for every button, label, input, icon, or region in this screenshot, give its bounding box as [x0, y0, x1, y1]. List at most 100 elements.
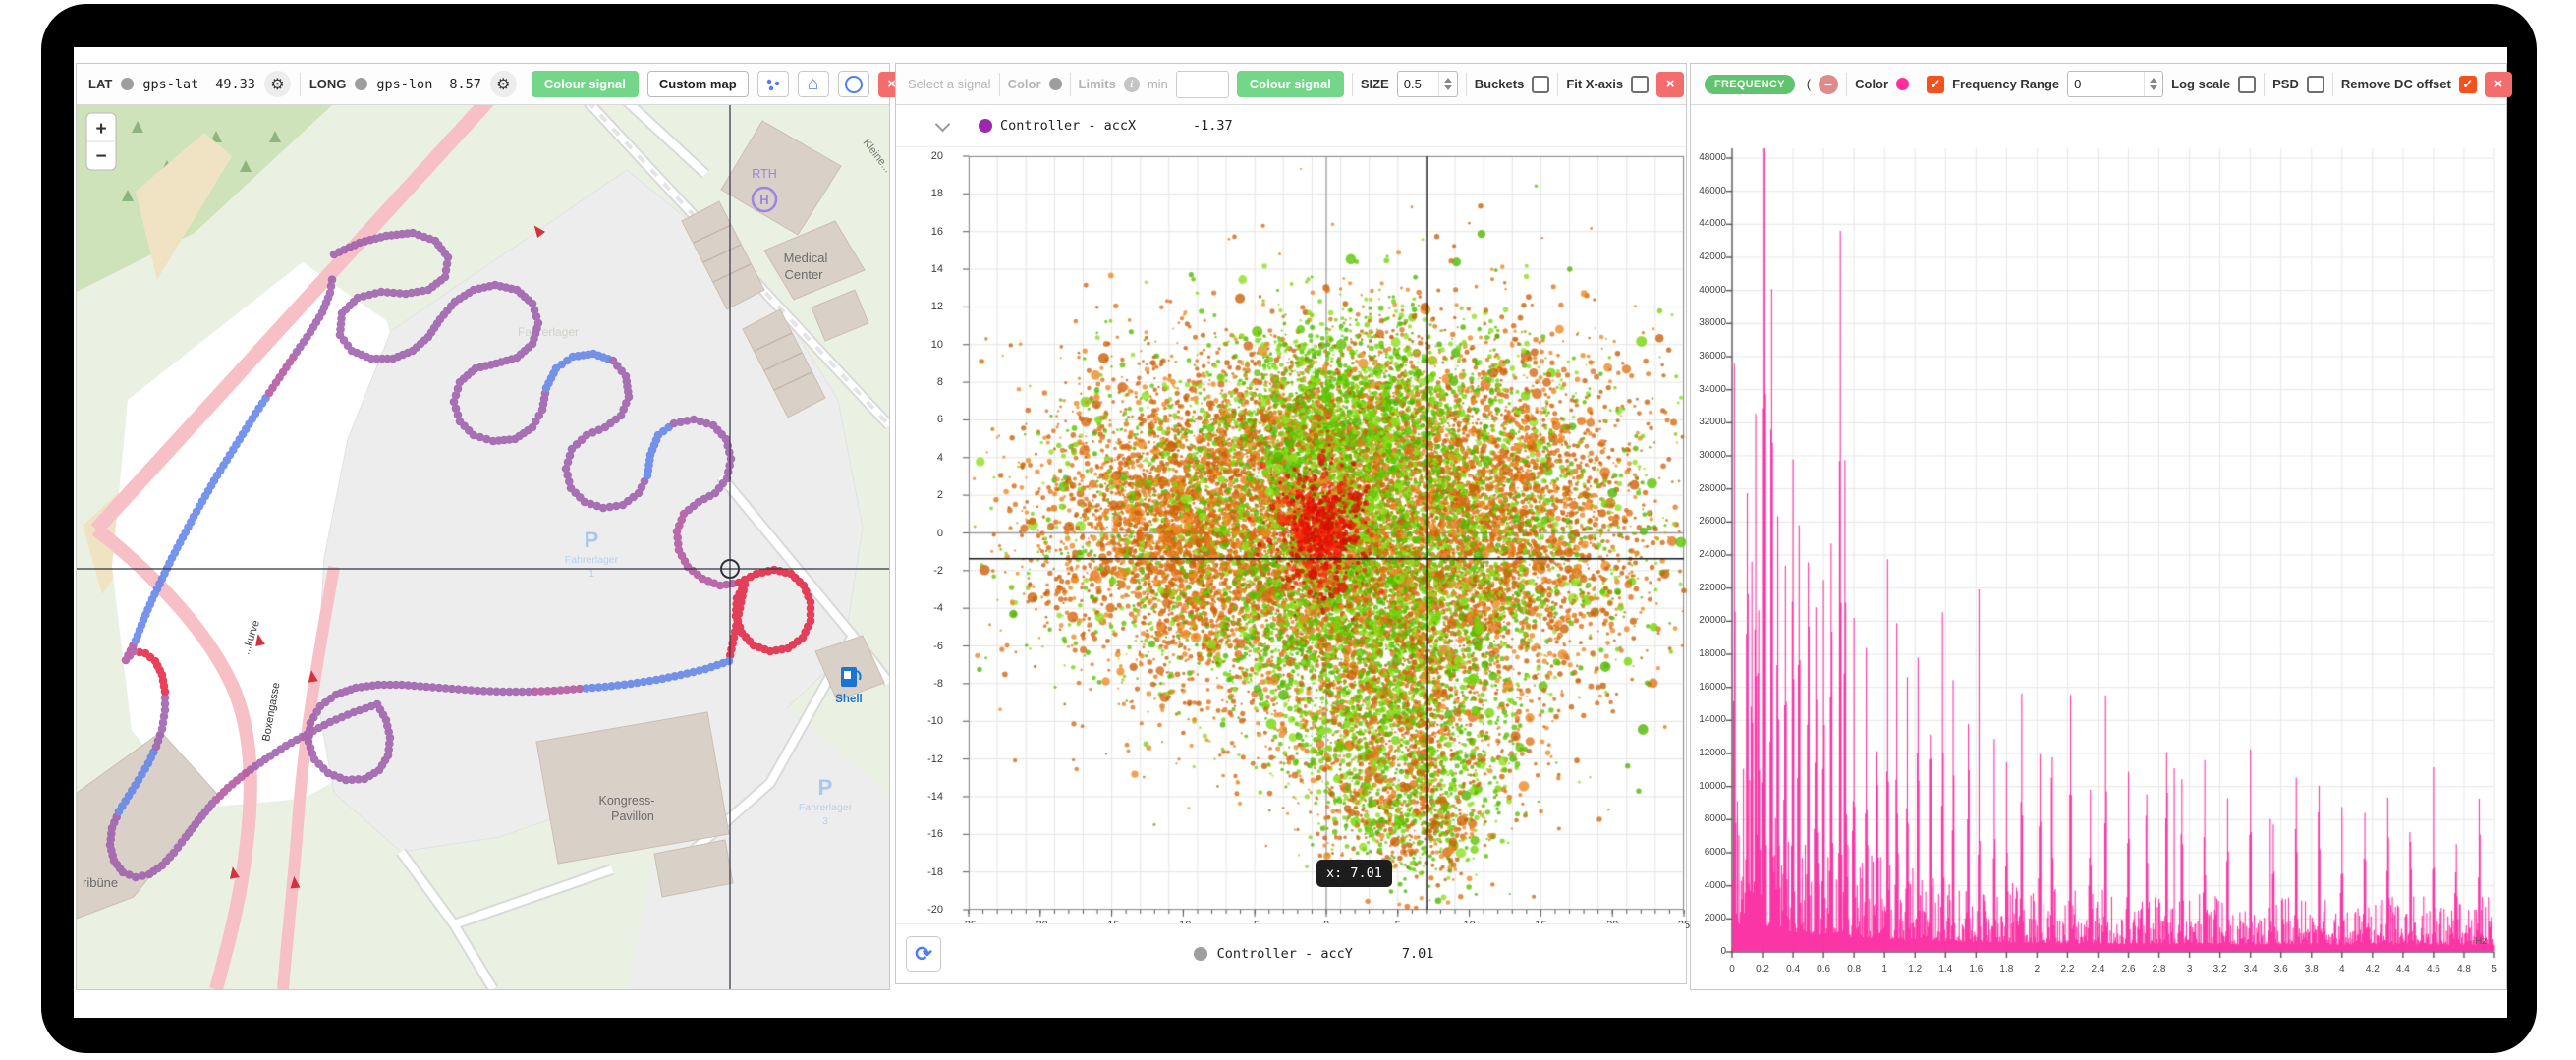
hz-unit-label: Hz — [2475, 936, 2488, 947]
tick-label: 2 — [936, 489, 943, 502]
tick-label: -4 — [933, 602, 943, 615]
shell-label: Shell — [835, 694, 862, 705]
fft-plot-canvas[interactable] — [1712, 139, 2514, 995]
accx-value: -1.37 — [1193, 118, 1233, 134]
fft-color-label: Color — [1855, 77, 1889, 91]
scatter-toolbar: Select a signal Color Limits i min Colou… — [896, 64, 1686, 105]
tick-label: 14000 — [1699, 714, 1726, 726]
tick-label: 4000 — [1704, 879, 1726, 891]
tick-label: 6 — [936, 414, 943, 426]
tick-label: 1.8 — [1999, 964, 2014, 975]
svg-text:Fahrerlager: Fahrerlager — [799, 802, 853, 813]
tick-label: 8000 — [1704, 813, 1726, 825]
svg-text:P: P — [585, 528, 599, 552]
scatter-colour-signal-button[interactable]: Colour signal — [1236, 71, 1344, 97]
locate-icon — [844, 75, 863, 93]
check-icon: ✓ — [2462, 76, 2474, 91]
accx-signal-name: Controller - accX — [1000, 118, 1137, 134]
long-value: 8.57 — [449, 76, 481, 92]
lat-value: 49.33 — [215, 76, 255, 92]
svg-text:ribüne: ribüne — [83, 875, 118, 890]
psd-label: PSD — [2272, 77, 2299, 91]
remove-dc-checkbox[interactable]: ✓ — [2458, 75, 2477, 93]
scatter-points-toggle-button[interactable] — [756, 71, 789, 97]
accx-signal-dot — [979, 119, 992, 133]
long-gear-button[interactable]: ⚙ — [489, 71, 517, 97]
remove-signal-icon[interactable]: − — [1819, 74, 1839, 94]
crosshair-tooltip: x: 7.01 — [1316, 860, 1392, 887]
zoom-out-button[interactable]: − — [95, 146, 106, 167]
accy-signal-dot — [1193, 947, 1207, 961]
scatter-plot-area[interactable]: 20 18 16 14 12 10 8 6 4 2 0 -2 -4 -6 -8 -10 -12 -14 -16 -18… — [896, 146, 1704, 932]
buckets-label: Buckets — [1474, 77, 1525, 91]
scatter-dots-icon — [765, 78, 781, 91]
remove-dc-label: Remove DC offset — [2340, 77, 2451, 91]
close-icon: × — [2493, 76, 2503, 92]
buckets-checkbox[interactable] — [1532, 75, 1550, 93]
tick-label: -18 — [927, 865, 943, 878]
toolbar-divider — [1557, 72, 1559, 96]
map-home-button[interactable]: ⌂ — [797, 71, 829, 97]
tick-label: 10000 — [1699, 780, 1726, 792]
tick-label: 4.8 — [2457, 964, 2471, 975]
map-canvas[interactable]: RTH H Medical Center Kleine... ...kurve … — [77, 105, 889, 989]
svg-text:Center: Center — [784, 267, 823, 282]
min-input[interactable] — [1175, 70, 1229, 98]
tick-label: -20 — [927, 904, 943, 916]
fft-close-button[interactable]: × — [2484, 71, 2512, 97]
select-signal-label: Select a signal — [908, 77, 991, 91]
toolbar-divider — [2264, 72, 2266, 96]
scatter-panel: Select a signal Color Limits i min Colou… — [895, 63, 1704, 984]
map-colour-signal-button[interactable]: Colour signal — [531, 71, 639, 97]
custom-map-button[interactable]: Custom map — [646, 71, 749, 97]
fft-plot-area[interactable]: 0 2000 4000 6000 8000 10000 12000 14000 16000 180… — [1691, 105, 2514, 995]
frequency-range-value: 0 — [2074, 77, 2082, 91]
tick-label: 1.6 — [1969, 964, 1984, 975]
tick-label: 22000 — [1699, 582, 1726, 593]
frequency-range-stepper[interactable]: 0 — [2067, 71, 2164, 97]
tick-label: 44000 — [1699, 218, 1726, 230]
svg-text:P: P — [818, 775, 833, 800]
size-value: 0.5 — [1403, 77, 1422, 91]
tick-label: 48000 — [1699, 151, 1726, 163]
tick-label: 14 — [930, 263, 943, 276]
tick-label: 42000 — [1699, 251, 1726, 262]
home-icon: ⌂ — [807, 74, 819, 94]
scatter-plot-canvas[interactable] — [949, 146, 1704, 932]
stepper-arrows[interactable] — [1437, 72, 1457, 96]
lat-gear-button[interactable]: ⚙ — [263, 71, 291, 97]
long-label: LONG — [308, 77, 347, 91]
tick-label: 0 — [936, 527, 943, 539]
frequency-range-checkbox[interactable]: ✓ — [1927, 75, 1945, 93]
fft-toolbar: FREQUENCY ( − Color ✓ Frequency Range 0 … — [1691, 64, 2512, 105]
long-signal-dot — [355, 78, 368, 90]
scatter-close-button[interactable]: × — [1656, 71, 1685, 97]
refresh-button[interactable]: ⟳ — [906, 936, 941, 972]
stepper-arrows[interactable] — [2144, 72, 2162, 96]
tick-label: -14 — [927, 790, 943, 803]
collapse-chevron-icon[interactable] — [934, 116, 951, 133]
toolbar-divider — [1351, 72, 1353, 96]
scatter-header: Controller - accX -1.37 — [896, 105, 1686, 147]
map-locate-button[interactable] — [837, 71, 869, 97]
gear-icon: ⚙ — [270, 76, 285, 93]
map-zoom-control[interactable]: + − — [85, 112, 117, 171]
fit-x-axis-checkbox[interactable] — [1631, 75, 1650, 93]
info-icon: i — [1123, 76, 1140, 92]
size-stepper[interactable]: 0.5 — [1396, 71, 1458, 97]
tick-label: 46000 — [1699, 185, 1726, 196]
tick-label: 40000 — [1699, 284, 1726, 296]
tick-label: 12000 — [1699, 747, 1726, 758]
arrow-up-icon — [1443, 78, 1452, 83]
tick-label: -2 — [933, 564, 943, 577]
zoom-in-button[interactable]: + — [95, 119, 106, 139]
log-scale-checkbox[interactable] — [2238, 75, 2257, 93]
psd-checkbox[interactable] — [2306, 75, 2324, 93]
check-icon: ✓ — [1930, 76, 1941, 91]
lat-signal-dot — [121, 78, 135, 90]
tick-label: 10 — [930, 338, 943, 351]
svg-text:Pavillon: Pavillon — [611, 809, 654, 823]
scatter-footer: ⟳ Controller - accY 7.01 — [896, 923, 1686, 983]
tick-label: 0.2 — [1756, 964, 1769, 975]
tick-label: 2.2 — [2060, 964, 2075, 975]
